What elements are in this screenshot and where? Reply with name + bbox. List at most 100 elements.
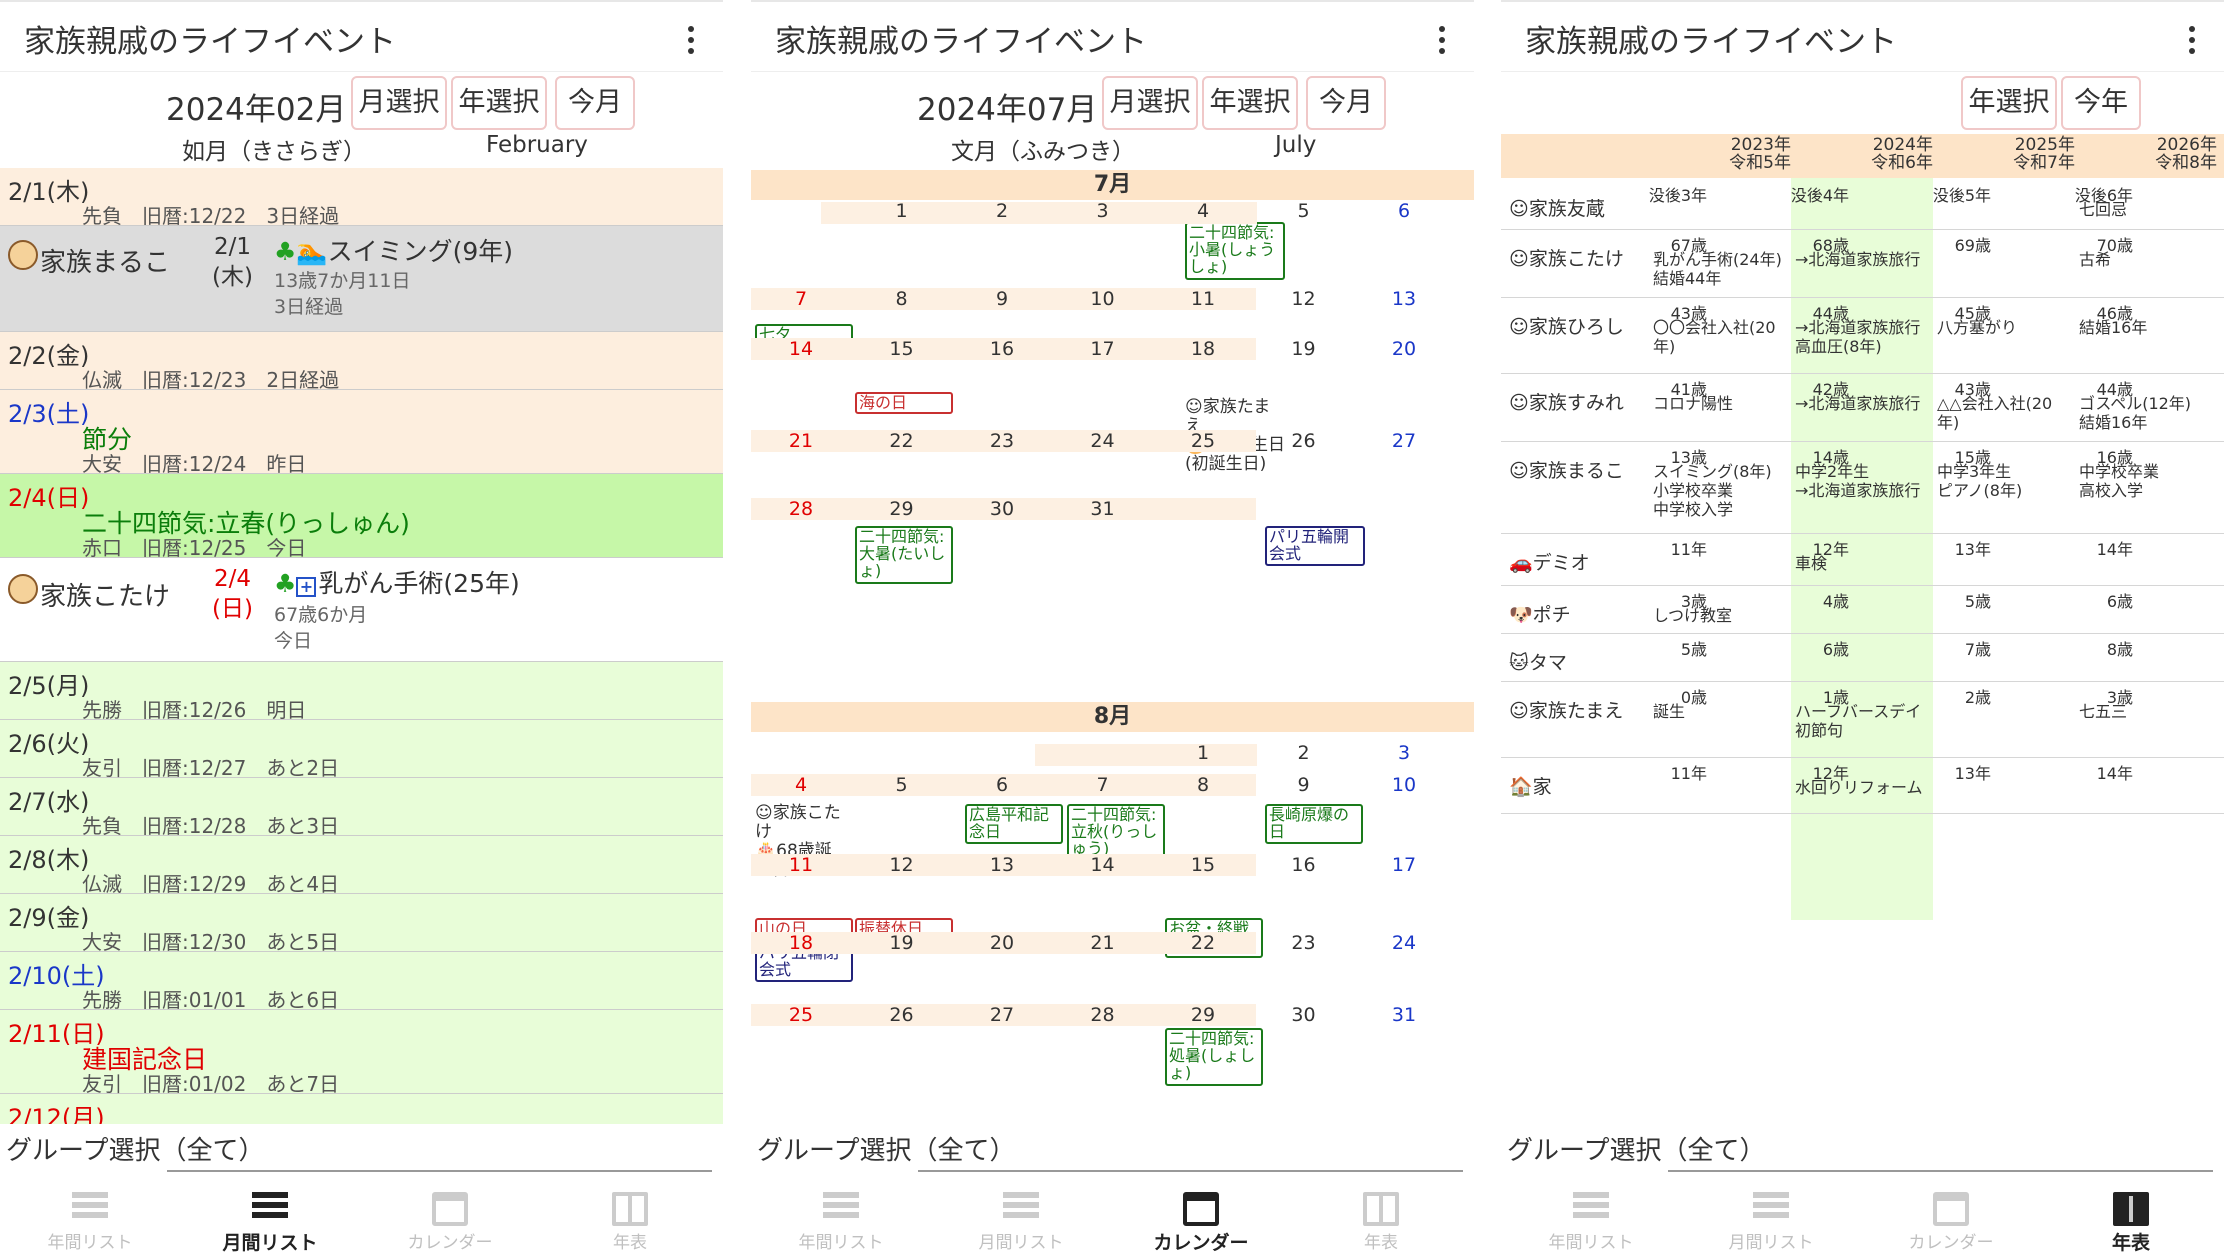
overflow-menu-icon[interactable]	[1438, 26, 1446, 56]
calendar-day[interactable]: 20	[1354, 338, 1454, 360]
nav-yearly-list[interactable]: 年間リスト	[0, 1180, 180, 1260]
calendar-day[interactable]: 21	[751, 430, 851, 452]
calendar-day[interactable]: 23	[952, 430, 1052, 452]
calendar-day[interactable]: 11	[751, 854, 851, 876]
calendar-day[interactable]: 10	[1053, 288, 1153, 310]
timeline-row[interactable]: 🏠家 11年 12年 水回りリフォーム 13年 14年	[1501, 758, 2224, 814]
calendar-day[interactable]: 25	[751, 1004, 851, 1026]
timeline-row[interactable]: ☺家族すみれ 41歳 コロナ陽性 42歳 →北海道家族旅行 43歳 △△会社入社(20年) 4…	[1501, 374, 2224, 442]
calendar-day[interactable]: 17	[1354, 854, 1454, 876]
nav-calendar[interactable]: カレンダー	[360, 1180, 540, 1260]
list-item[interactable]: 2/6(火) 友引 旧暦:12/27 あと2日	[0, 720, 723, 780]
calendar-grid[interactable]: 7月 8月 二十四節気:小暑(しょうしょ) 七夕 海の日 ☺家族たまえ🎂1歳誕生…	[751, 162, 1474, 1124]
person-event-row[interactable]: 家族まるこ 2/1 (木) ♣🏊スイミング(9年) 13歳7か月11日 3日経過	[0, 226, 723, 332]
timeline-event[interactable]: 七回忌	[2079, 200, 2215, 219]
nav-monthly-list[interactable]: 月間リスト	[1681, 1180, 1861, 1260]
person-event-row[interactable]: 家族こたけ 2/4 (日) ♣ + 乳がん手術(25年) 67歳6か月 今日	[0, 558, 723, 662]
calendar-day[interactable]: 5	[852, 774, 952, 796]
calendar-day[interactable]: 29	[1153, 1004, 1253, 1026]
calendar-day[interactable]: 25	[1153, 430, 1253, 452]
calendar-day[interactable]: 3	[1354, 742, 1454, 764]
calendar-day[interactable]: 12	[1254, 288, 1354, 310]
calendar-day[interactable]: 31	[1354, 1004, 1454, 1026]
this-month-button[interactable]: 今月	[555, 76, 635, 130]
list-item[interactable]: 2/5(月) 先勝 旧暦:12/26 明日	[0, 662, 723, 722]
calendar-day[interactable]: 30	[1254, 1004, 1354, 1026]
this-year-button[interactable]: 今年	[2061, 76, 2141, 130]
calendar-day[interactable]: 24	[1053, 430, 1153, 452]
calendar-day[interactable]: 18	[751, 932, 851, 954]
calendar-day[interactable]: 4	[1153, 200, 1253, 222]
list-item[interactable]: 2/2(金) 仏滅 旧暦:12/23 2日経過	[0, 332, 723, 392]
calendar-day[interactable]: 27	[952, 1004, 1052, 1026]
calendar-day[interactable]: 14	[1053, 854, 1153, 876]
calendar-day[interactable]: 8	[1153, 774, 1253, 796]
timeline-event[interactable]: 古希	[2079, 250, 2215, 269]
calendar-day[interactable]: 8	[852, 288, 952, 310]
group-select[interactable]: グループ選択（全て）	[1507, 1130, 1765, 1167]
nav-timeline[interactable]: 年表	[540, 1180, 720, 1260]
calendar-day[interactable]: 23	[1254, 932, 1354, 954]
calendar-day[interactable]: 6	[1354, 200, 1454, 222]
timeline-event[interactable]: 七五三	[2079, 702, 2215, 721]
event-taisho[interactable]: 二十四節気:大暑(たいしょ)	[855, 526, 953, 584]
calendar-day[interactable]: 20	[952, 932, 1052, 954]
event-hiroshima[interactable]: 広島平和記念日	[965, 804, 1063, 844]
timeline-row[interactable]: 🚗デミオ 11年 12年 車検 13年 14年	[1501, 534, 2224, 586]
calendar-day[interactable]: 19	[852, 932, 952, 954]
day-list[interactable]: 2/1(木) 先負 旧暦:12/22 3日経過 家族まるこ 2/1 (木) ♣🏊ス…	[0, 162, 723, 1124]
nav-monthly-list[interactable]: 月間リスト	[180, 1180, 360, 1260]
event-shosho[interactable]: 二十四節気:小暑(しょうしょ)	[1185, 222, 1285, 280]
calendar-day[interactable]: 1	[1153, 742, 1253, 764]
timeline-row[interactable]: 🐶ポチ 3歳 しつけ教室 4歳 5歳 6歳	[1501, 586, 2224, 634]
calendar-day[interactable]: 14	[751, 338, 851, 360]
timeline-row[interactable]: ☺家族こたけ 67歳 乳がん手術(24年) 結婚44年 68歳 →北海道家族旅行 69歳 7…	[1501, 230, 2224, 298]
year-select-button[interactable]: 年選択	[1961, 76, 2057, 130]
timeline-event[interactable]: 中学校卒業 高校入学	[2079, 462, 2215, 500]
calendar-day[interactable]: 28	[751, 498, 851, 520]
list-item[interactable]: 2/3(土) 節分 大安 旧暦:12/24 昨日	[0, 390, 723, 476]
calendar-day[interactable]: 16	[1254, 854, 1354, 876]
timeline-row[interactable]: ☺家族友蔵 没後3年 没後4年 没後5年 没後6年 七回忌	[1501, 180, 2224, 230]
event-umi-no-hi[interactable]: 海の日	[855, 392, 953, 414]
calendar-day[interactable]: 9	[1254, 774, 1354, 796]
overflow-menu-icon[interactable]	[2188, 26, 2196, 56]
nav-calendar[interactable]: カレンダー	[1861, 1180, 2041, 1260]
calendar-day[interactable]: 22	[1153, 932, 1253, 954]
timeline-event[interactable]: ゴスペル(12年) 結婚16年	[2079, 394, 2215, 432]
calendar-day[interactable]: 3	[1053, 200, 1153, 222]
calendar-day[interactable]: 9	[952, 288, 1052, 310]
nav-calendar[interactable]: カレンダー	[1111, 1180, 1291, 1260]
nav-timeline[interactable]: 年表	[2041, 1180, 2221, 1260]
calendar-day[interactable]: 21	[1053, 932, 1153, 954]
calendar-day[interactable]: 26	[852, 1004, 952, 1026]
calendar-day[interactable]: 16	[952, 338, 1052, 360]
calendar-day[interactable]: 26	[1254, 430, 1354, 452]
timeline-event[interactable]: 結婚16年	[2079, 318, 2215, 337]
list-item[interactable]: 2/12(月)	[0, 1094, 723, 1124]
timeline-table[interactable]: 2023年 令和5年 2024年 令和6年 2025年 令和7年 2026年 令和8年 …	[1501, 134, 2224, 1124]
month-select-button[interactable]: 月選択	[351, 76, 447, 130]
calendar-day[interactable]: 31	[1053, 498, 1153, 520]
overflow-menu-icon[interactable]	[687, 26, 695, 56]
timeline-event[interactable]: スイミング(8年) 小学校卒業 中学校入学	[1653, 462, 1789, 519]
list-item[interactable]: 2/9(金) 大安 旧暦:12/30 あと5日	[0, 894, 723, 954]
calendar-day[interactable]: 17	[1053, 338, 1153, 360]
list-item[interactable]: 2/11(日) 建国記念日 友引 旧暦:01/02 あと7日	[0, 1010, 723, 1096]
calendar-day[interactable]: 7	[1053, 774, 1153, 796]
year-select-button[interactable]: 年選択	[1202, 76, 1298, 130]
year-select-button[interactable]: 年選択	[451, 76, 547, 130]
calendar-day[interactable]: 2	[1254, 742, 1354, 764]
calendar-day[interactable]: 24	[1354, 932, 1454, 954]
event-nagasaki[interactable]: 長崎原爆の日	[1265, 804, 1363, 844]
timeline-row[interactable]: ☺家族ひろし 43歳 〇〇会社入社(20年) 44歳 →北海道家族旅行 高血圧(8年) 4…	[1501, 298, 2224, 374]
timeline-row[interactable]: ☺家族たまえ 0歳 誕生 1歳 ハーフバースデイ 初節句 2歳 3歳 七五三	[1501, 682, 2224, 758]
calendar-day[interactable]: 15	[852, 338, 952, 360]
calendar-day[interactable]: 19	[1254, 338, 1354, 360]
calendar-day[interactable]: 11	[1153, 288, 1253, 310]
calendar-day[interactable]: 27	[1354, 430, 1454, 452]
timeline-row[interactable]: 🐱タマ 5歳 6歳 7歳 8歳	[1501, 634, 2224, 682]
calendar-day[interactable]: 13	[952, 854, 1052, 876]
calendar-day[interactable]: 1	[852, 200, 952, 222]
calendar-day[interactable]: 7	[751, 288, 851, 310]
